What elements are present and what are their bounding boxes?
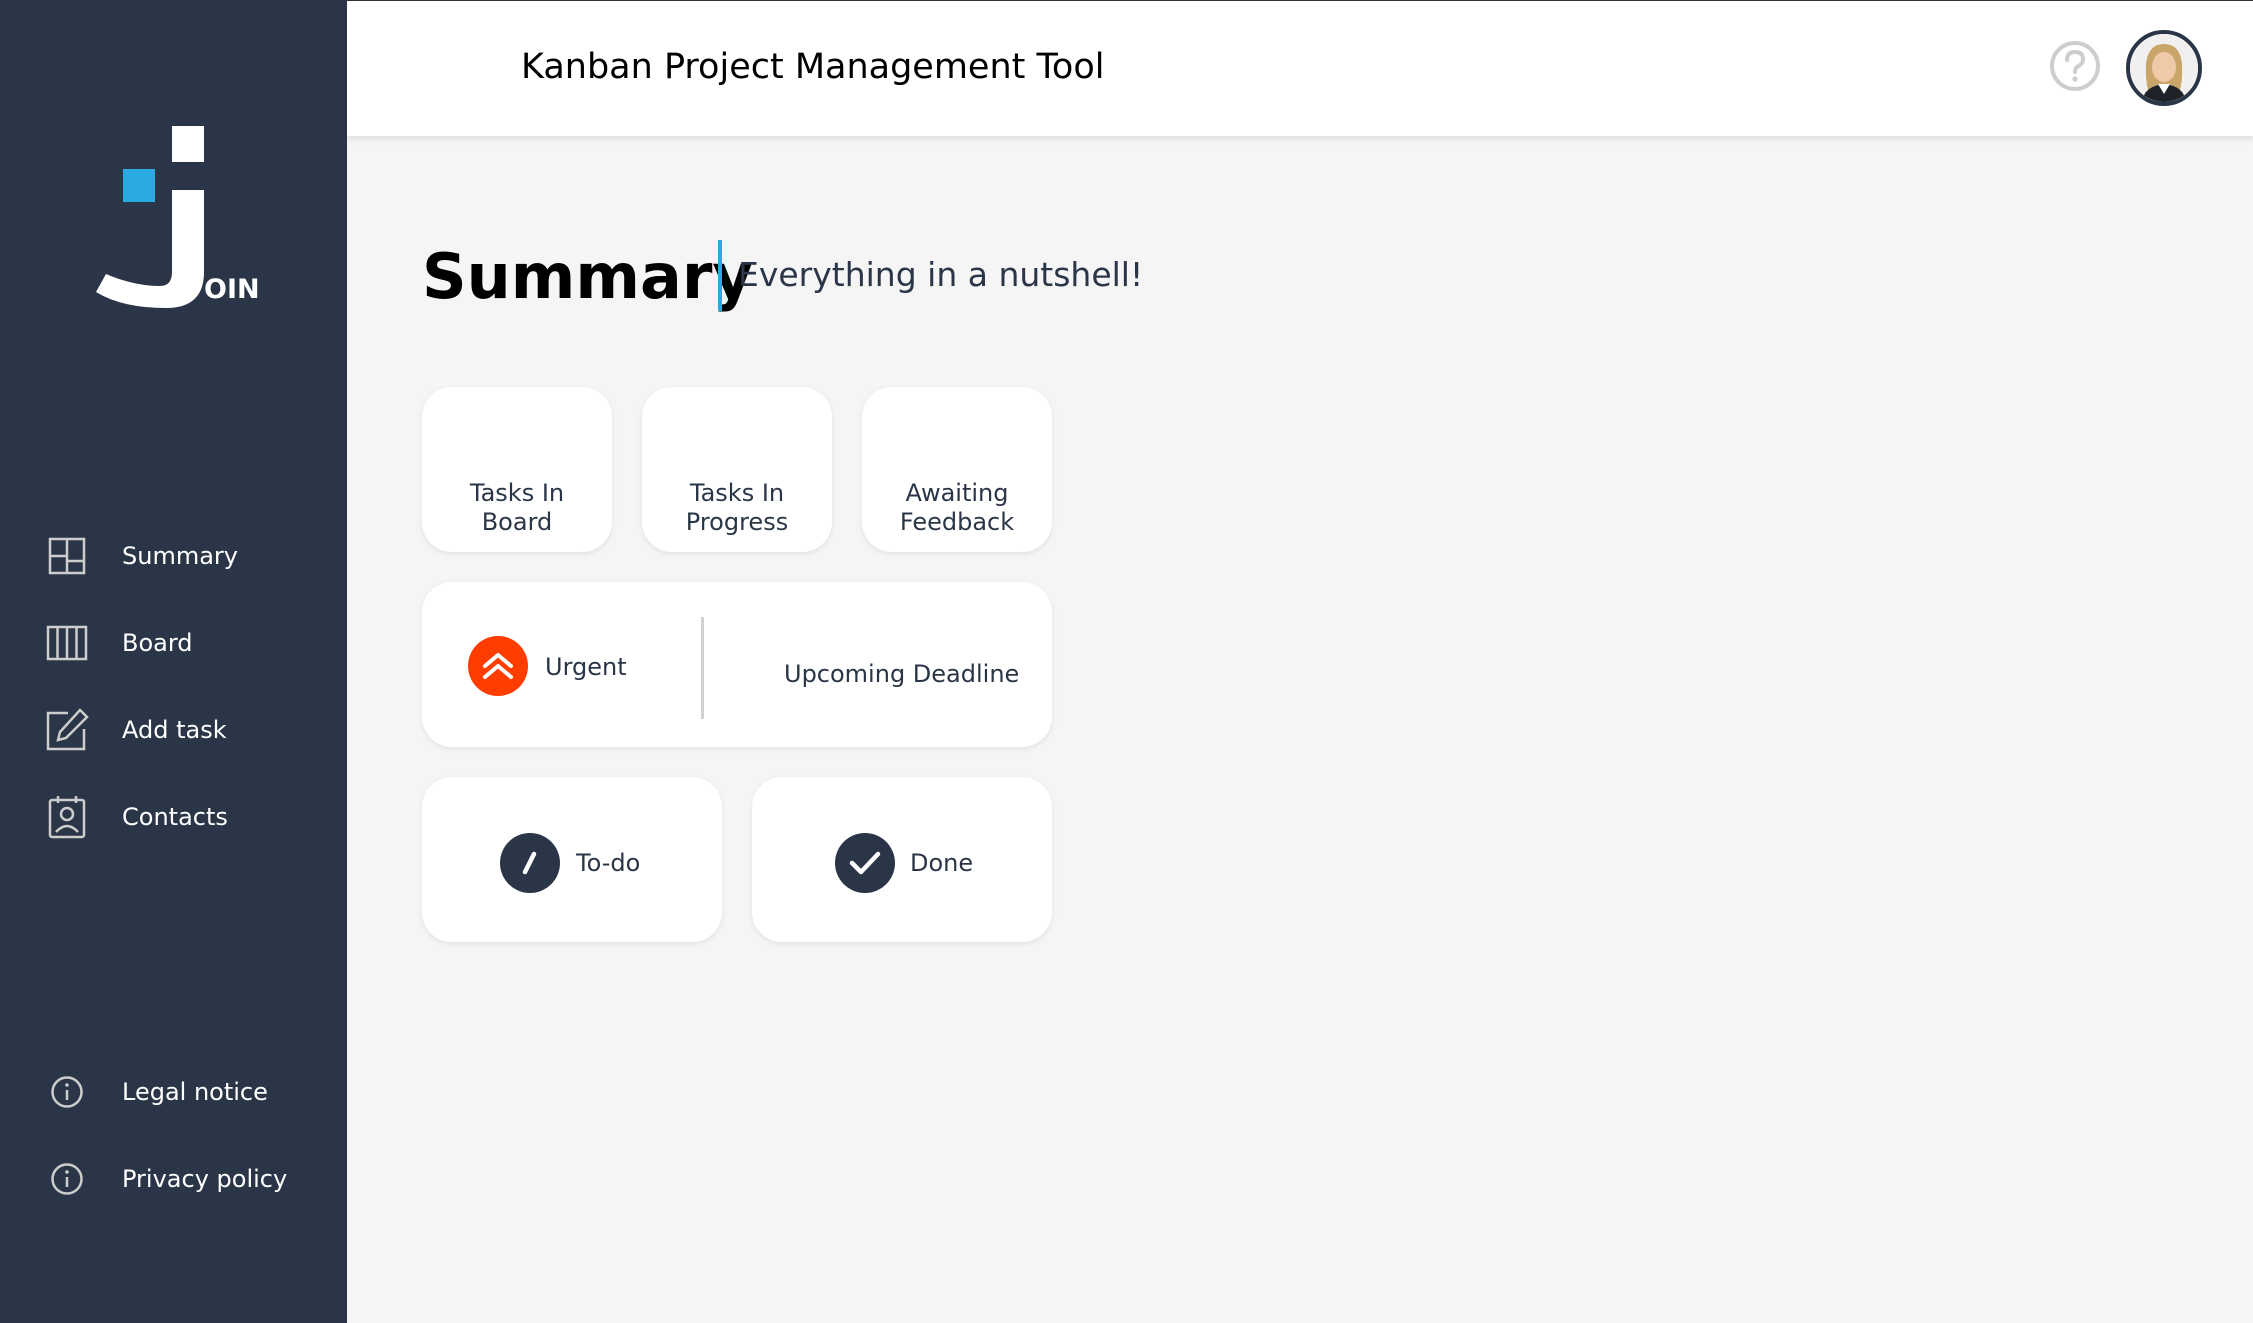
urgent-deadline-card[interactable]: Urgent Upcoming Deadline bbox=[422, 582, 1052, 747]
sidebar-item-label: Contacts bbox=[122, 803, 228, 831]
sidebar-item-legal-notice[interactable]: Legal notice bbox=[44, 1067, 334, 1117]
done-card[interactable]: Done bbox=[752, 777, 1052, 942]
card-label: Tasks In Board bbox=[469, 479, 565, 536]
info-icon bbox=[44, 1156, 90, 1202]
urgent-label: Urgent bbox=[545, 653, 627, 681]
todo-label: To-do bbox=[576, 849, 641, 877]
app-root: OIN Summary Board Add task Contacts Lega… bbox=[0, 0, 2253, 1323]
contacts-icon bbox=[44, 794, 90, 840]
done-label: Done bbox=[910, 849, 974, 877]
logo-text: OIN bbox=[204, 274, 260, 305]
card-divider bbox=[701, 617, 704, 719]
sidebar-item-label: Privacy policy bbox=[122, 1165, 288, 1193]
help-icon[interactable] bbox=[2048, 39, 2102, 93]
sidebar: OIN Summary Board Add task Contacts Lega… bbox=[0, 0, 347, 1323]
sidebar-item-add-task[interactable]: Add task bbox=[44, 705, 334, 755]
sidebar-item-label: Add task bbox=[122, 716, 227, 744]
page-title: Summary bbox=[422, 240, 753, 313]
sidebar-item-contacts[interactable]: Contacts bbox=[44, 792, 334, 842]
sidebar-item-summary[interactable]: Summary bbox=[44, 531, 334, 581]
urgent-priority-icon bbox=[468, 636, 528, 696]
sidebar-item-privacy-policy[interactable]: Privacy policy bbox=[44, 1154, 334, 1204]
title-divider bbox=[718, 240, 722, 311]
todo-card[interactable]: To-do bbox=[422, 777, 722, 942]
edit-icon bbox=[44, 707, 90, 753]
sidebar-item-label: Board bbox=[122, 629, 193, 657]
page-subtitle: Everything in a nutshell! bbox=[738, 255, 1144, 294]
awaiting-feedback-card[interactable]: Awaiting Feedback bbox=[862, 387, 1052, 552]
card-label: Tasks In Progress bbox=[685, 479, 789, 536]
sidebar-item-label: Legal notice bbox=[122, 1078, 268, 1106]
card-label: Awaiting Feedback bbox=[899, 479, 1015, 536]
sidebar-item-label: Summary bbox=[122, 542, 238, 570]
user-avatar[interactable] bbox=[2126, 30, 2202, 106]
sidebar-item-board[interactable]: Board bbox=[44, 618, 334, 668]
top-header: Kanban Project Management Tool bbox=[347, 0, 2253, 136]
pencil-icon bbox=[500, 833, 560, 893]
board-icon bbox=[44, 620, 90, 666]
upcoming-deadline-label: Upcoming Deadline bbox=[784, 660, 1020, 688]
summary-icon bbox=[44, 533, 90, 579]
info-icon bbox=[44, 1069, 90, 1115]
avatar-photo-icon bbox=[2130, 34, 2198, 102]
join-logo[interactable]: OIN bbox=[96, 122, 260, 322]
tasks-in-board-card[interactable]: Tasks In Board bbox=[422, 387, 612, 552]
checkmark-icon bbox=[835, 833, 895, 893]
app-title: Kanban Project Management Tool bbox=[521, 47, 1105, 87]
tasks-in-progress-card[interactable]: Tasks In Progress bbox=[642, 387, 832, 552]
